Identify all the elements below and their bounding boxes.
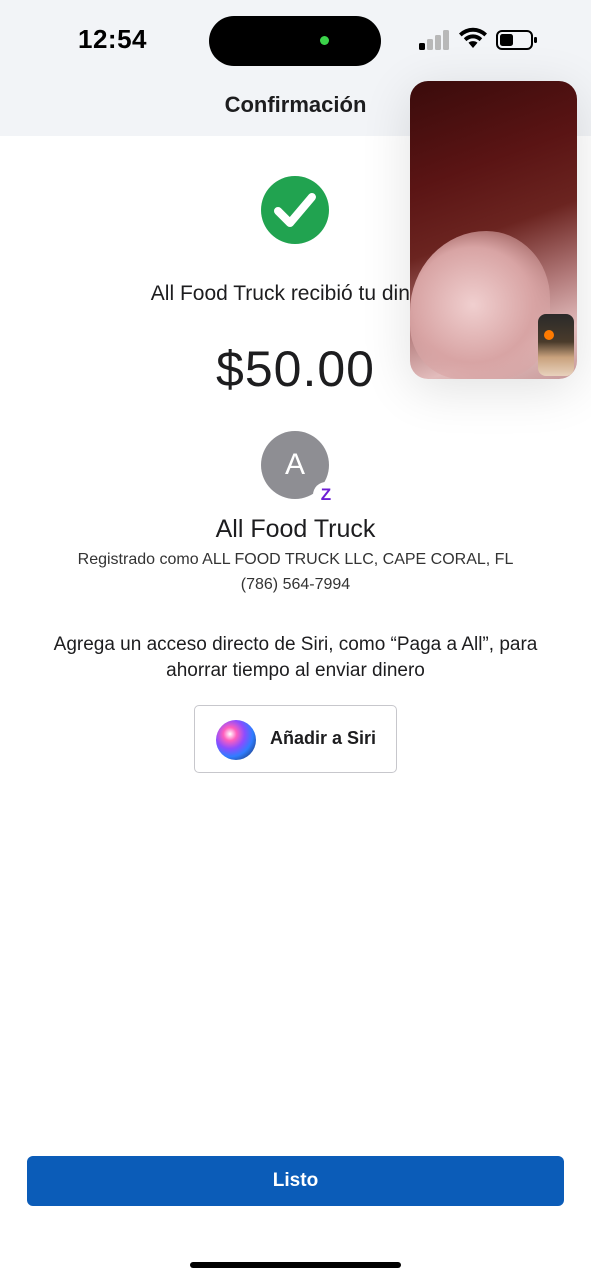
recipient-registration: Registrado como ALL FOOD TRUCK LLC, CAPE… bbox=[77, 551, 514, 568]
recipient-name: All Food Truck bbox=[215, 515, 376, 543]
self-view-indicator bbox=[544, 330, 554, 340]
facetime-pip-window[interactable] bbox=[410, 81, 577, 379]
add-to-siri-button[interactable]: Añadir a Siri bbox=[194, 705, 397, 773]
status-time: 12:54 bbox=[78, 24, 147, 54]
siri-icon bbox=[216, 720, 256, 760]
checkmark-icon bbox=[261, 176, 329, 244]
dynamic-island bbox=[209, 16, 381, 66]
siri-shortcut-prompt: Agrega un acceso directo de Siri, como “… bbox=[53, 634, 538, 681]
home-indicator[interactable] bbox=[190, 1262, 401, 1268]
self-view-thumbnail[interactable] bbox=[538, 314, 574, 376]
camera-active-indicator bbox=[320, 36, 329, 45]
done-button[interactable]: Listo bbox=[27, 1156, 564, 1206]
add-to-siri-label: Añadir a Siri bbox=[270, 728, 377, 748]
recipient-phone: (786) 564-7994 bbox=[240, 576, 351, 593]
battery-icon bbox=[496, 30, 537, 50]
zelle-badge-icon: Z bbox=[313, 482, 339, 508]
cellular-signal-icon bbox=[419, 30, 451, 50]
remote-video-feed bbox=[410, 231, 550, 379]
status-bar: 12:54 bbox=[0, 0, 591, 80]
wifi-icon bbox=[459, 27, 487, 48]
